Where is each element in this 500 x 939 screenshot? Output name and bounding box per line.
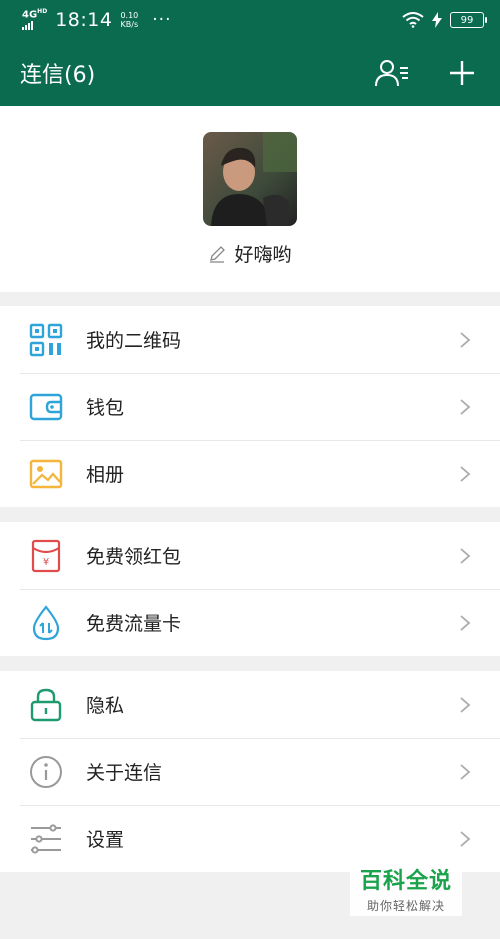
qr-code-icon (29, 323, 63, 356)
menu-item-qr-code[interactable]: 我的二维码 (0, 306, 500, 373)
menu-item-red-envelope[interactable]: ¥ 免费领红包 (0, 522, 500, 589)
menu-group-2: ¥ 免费领红包 免费流量卡 (0, 522, 500, 656)
menu-item-wallet[interactable]: 钱包 (0, 373, 500, 440)
avatar[interactable] (203, 132, 297, 226)
page-title: 连信(6) (20, 63, 96, 88)
chevron-right-icon (458, 614, 472, 632)
contacts-button[interactable] (374, 55, 410, 91)
chevron-right-icon (458, 696, 472, 714)
watermark-title: 百科全说 (359, 868, 452, 894)
menu-item-label: 设置 (86, 829, 125, 851)
svg-text:¥: ¥ (43, 557, 49, 568)
menu-item-label: 免费流量卡 (86, 613, 182, 635)
menu-item-data-card[interactable]: 免费流量卡 (0, 589, 500, 656)
menu-item-label: 隐私 (86, 695, 125, 717)
chevron-right-icon (458, 830, 472, 848)
menu-item-label: 我的二维码 (86, 330, 182, 352)
clock: 18:14 (55, 8, 113, 31)
plus-icon (450, 61, 474, 85)
menu-item-album[interactable]: 相册 (0, 440, 500, 507)
menu-group-3: 隐私 关于连信 设置 (0, 671, 500, 872)
avatar-photo (203, 132, 297, 226)
photo-album-icon (29, 459, 63, 488)
info-icon (30, 755, 62, 788)
chevron-right-icon (458, 763, 472, 781)
network-speed: 0.10 KB/s (120, 10, 139, 29)
menu-item-label: 相册 (86, 464, 125, 486)
contacts-icon (375, 60, 408, 87)
add-button[interactable] (444, 55, 480, 91)
watermark-subtitle: 助你轻松解决 (366, 898, 445, 913)
chevron-right-icon (458, 331, 472, 349)
menu-item-privacy[interactable]: 隐私 (0, 671, 500, 738)
menu-group-1: 我的二维码 钱包 相册 (0, 306, 500, 507)
chevron-right-icon (458, 398, 472, 416)
settings-sliders-icon (31, 823, 61, 854)
wallet-icon (29, 393, 63, 420)
red-envelope-icon: ¥ (31, 539, 61, 572)
pencil-icon[interactable] (208, 245, 226, 263)
menu-item-label: 免费领红包 (86, 546, 182, 568)
chevron-right-icon (458, 465, 472, 483)
watermark: 百科全说 助你轻松解决 (350, 860, 462, 916)
more-notifications-icon: ··· (152, 9, 172, 30)
network-indicator: 4GHD (22, 7, 47, 32)
profile-card: 好嗨哟 (0, 106, 500, 292)
user-name: 好嗨哟 (234, 244, 292, 266)
wifi-icon (402, 12, 424, 28)
menu-item-about[interactable]: 关于连信 (0, 738, 500, 805)
lock-icon (30, 688, 62, 721)
menu-item-label: 钱包 (86, 397, 125, 419)
signal-icon (22, 20, 33, 30)
charging-icon (432, 12, 442, 28)
chevron-right-icon (458, 547, 472, 565)
data-drop-icon (32, 604, 60, 640)
app-header: 连信(6) (0, 40, 500, 106)
status-bar: 4GHD 18:14 0.10 KB/s ··· 99 (0, 0, 500, 40)
battery-indicator: 99 (450, 12, 487, 28)
menu-item-label: 关于连信 (86, 762, 163, 784)
